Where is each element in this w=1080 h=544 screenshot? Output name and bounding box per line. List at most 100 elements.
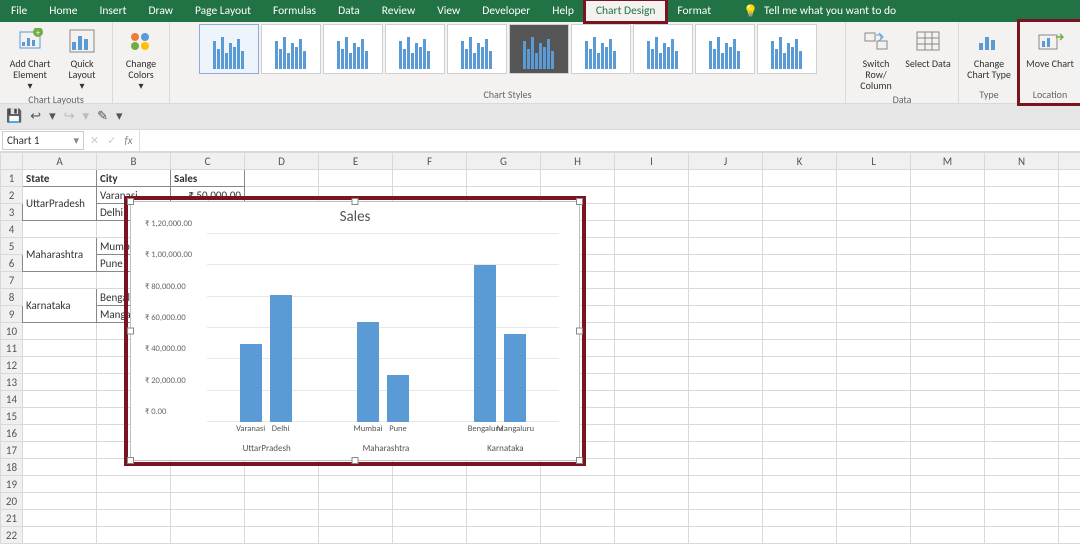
cell[interactable] (763, 425, 837, 442)
cell[interactable] (615, 510, 689, 527)
cell[interactable] (393, 493, 467, 510)
enter-icon[interactable]: ✓ (107, 134, 116, 147)
cell[interactable] (763, 272, 837, 289)
cell[interactable] (985, 442, 1059, 459)
col-header[interactable]: F (393, 153, 467, 170)
col-header[interactable]: I (615, 153, 689, 170)
cell[interactable] (911, 527, 985, 544)
cell[interactable] (911, 442, 985, 459)
tab-help[interactable]: Help (541, 0, 585, 22)
chart-style-thumb[interactable] (199, 24, 259, 74)
cell[interactable] (763, 374, 837, 391)
cell[interactable] (837, 340, 911, 357)
cell[interactable] (763, 510, 837, 527)
cell[interactable] (97, 527, 171, 544)
cell[interactable] (245, 510, 319, 527)
cell[interactable] (97, 510, 171, 527)
cell[interactable] (837, 187, 911, 204)
selection-handle[interactable] (576, 328, 583, 335)
cell[interactable] (985, 323, 1059, 340)
cell[interactable]: State (23, 170, 97, 187)
cell[interactable] (911, 306, 985, 323)
row-header[interactable]: 8 (1, 289, 23, 306)
col-header[interactable]: C (171, 153, 245, 170)
row-header[interactable]: 4 (1, 221, 23, 238)
cell[interactable] (615, 493, 689, 510)
cell[interactable]: Sales (171, 170, 245, 187)
cell[interactable] (23, 510, 97, 527)
cell[interactable] (985, 493, 1059, 510)
cell[interactable] (911, 425, 985, 442)
cell[interactable] (689, 306, 763, 323)
cell[interactable] (615, 272, 689, 289)
cell[interactable] (985, 187, 1059, 204)
cell[interactable] (689, 323, 763, 340)
cell[interactable] (23, 493, 97, 510)
redo-button[interactable]: ↪ (64, 109, 75, 124)
cell[interactable] (911, 238, 985, 255)
cell[interactable] (1059, 459, 1080, 476)
cell[interactable] (689, 493, 763, 510)
cell[interactable] (1059, 170, 1080, 187)
cell[interactable] (911, 340, 985, 357)
cell[interactable] (1059, 323, 1080, 340)
cell[interactable] (615, 408, 689, 425)
cell[interactable] (689, 238, 763, 255)
cell[interactable] (319, 170, 393, 187)
bar[interactable]: Mangaluru (504, 334, 526, 422)
cell[interactable] (171, 476, 245, 493)
cell[interactable] (23, 527, 97, 544)
cell[interactable] (245, 459, 319, 476)
cell[interactable] (837, 306, 911, 323)
cell[interactable] (245, 476, 319, 493)
row-header[interactable]: 14 (1, 391, 23, 408)
cell[interactable] (985, 204, 1059, 221)
cell[interactable] (615, 306, 689, 323)
col-header[interactable]: N (985, 153, 1059, 170)
chart-style-thumb[interactable] (757, 24, 817, 74)
row-header[interactable]: 22 (1, 527, 23, 544)
cell[interactable] (763, 289, 837, 306)
cell[interactable] (1059, 340, 1080, 357)
cell[interactable] (763, 306, 837, 323)
tab-home[interactable]: Home (38, 0, 88, 22)
cell[interactable] (763, 476, 837, 493)
cancel-icon[interactable]: ✕ (90, 134, 99, 147)
cell[interactable] (23, 357, 97, 374)
cell[interactable] (911, 493, 985, 510)
cell[interactable] (393, 527, 467, 544)
row-header[interactable]: 16 (1, 425, 23, 442)
cell[interactable] (319, 493, 393, 510)
chart-style-thumb[interactable] (633, 24, 693, 74)
cell[interactable] (689, 408, 763, 425)
cell[interactable] (985, 289, 1059, 306)
row-header[interactable]: 11 (1, 340, 23, 357)
chart-style-thumb[interactable] (385, 24, 445, 74)
cell[interactable] (171, 527, 245, 544)
row-header[interactable]: 7 (1, 272, 23, 289)
cell[interactable] (23, 323, 97, 340)
cell[interactable] (171, 510, 245, 527)
selection-handle[interactable] (127, 328, 134, 335)
cell[interactable] (985, 306, 1059, 323)
change-chart-type-button[interactable]: Change Chart Type (965, 24, 1013, 82)
cell[interactable] (763, 357, 837, 374)
cell[interactable] (837, 408, 911, 425)
row-header[interactable]: 10 (1, 323, 23, 340)
cell[interactable] (541, 170, 615, 187)
cell[interactable] (763, 442, 837, 459)
cell[interactable] (1059, 374, 1080, 391)
cell[interactable]: City (97, 170, 171, 187)
formula-input[interactable] (139, 130, 1080, 151)
cell[interactable] (837, 255, 911, 272)
cell[interactable] (985, 476, 1059, 493)
cell[interactable] (1059, 289, 1080, 306)
tab-data[interactable]: Data (327, 0, 371, 22)
cell[interactable] (837, 459, 911, 476)
cell[interactable] (615, 255, 689, 272)
save-icon[interactable]: 💾 (6, 109, 22, 124)
cell[interactable] (985, 459, 1059, 476)
cell[interactable] (1059, 527, 1080, 544)
cell[interactable]: Karnataka (23, 289, 97, 323)
cell[interactable] (467, 476, 541, 493)
